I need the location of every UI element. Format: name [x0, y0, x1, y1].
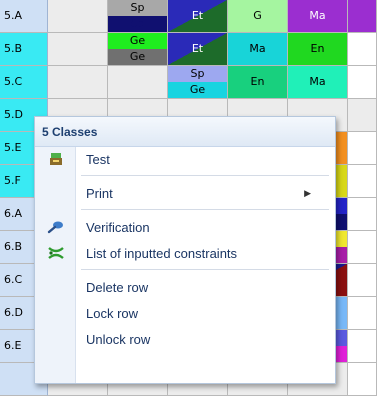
timetable-cell[interactable]: Ma	[288, 66, 348, 99]
menu-item-unlock-row[interactable]: Unlock row	[35, 326, 335, 352]
menu-item-verification[interactable]: Verification	[35, 214, 335, 240]
timetable-cell[interactable]: Ma	[288, 0, 348, 33]
submenu-arrow-icon: ▶	[304, 187, 311, 198]
lesson-label: Ma	[249, 42, 266, 55]
menu-item-label: List of inputted constraints	[86, 245, 238, 261]
menu-item-label: Verification	[86, 219, 150, 235]
timetable-cell[interactable]: En	[228, 66, 288, 99]
row-header[interactable]: 5.B	[0, 33, 48, 66]
timetable-cell[interactable]	[348, 330, 377, 363]
timetable-cell[interactable]	[348, 33, 377, 66]
lesson-label: Ma	[309, 75, 326, 88]
menu-separator	[81, 269, 329, 270]
timetable-cell[interactable]: Ma	[228, 33, 288, 66]
menu-item-label: Lock row	[86, 305, 139, 321]
menu-item-lock-row[interactable]: Lock row	[35, 300, 335, 326]
lesson-label: Ge	[168, 82, 227, 98]
timetable-cell[interactable]: SpGe	[168, 66, 228, 99]
lesson-label: Sp	[168, 66, 227, 82]
lesson-label: Ge	[108, 49, 167, 65]
context-menu: 5 Classes Test Print ▶ Verification List of …	[34, 116, 336, 384]
timetable-cell[interactable]	[348, 297, 377, 330]
timetable-cell[interactable]: En	[288, 33, 348, 66]
lesson-label: En	[250, 75, 265, 88]
menu-title: 5 Classes	[35, 117, 335, 147]
timetable-cell[interactable]	[48, 66, 108, 99]
menu-item-label: Print	[86, 185, 113, 201]
menu-item-delete-row[interactable]: Delete row	[35, 274, 335, 300]
lesson-label: En	[310, 42, 325, 55]
test-tube-icon	[47, 150, 65, 168]
timetable-cell[interactable]	[348, 363, 377, 396]
lesson-label: G	[253, 9, 262, 22]
timetable-cell[interactable]: Et	[168, 0, 228, 33]
menu-item-label: Test	[86, 151, 110, 167]
timetable-cell[interactable]	[348, 99, 377, 132]
timetable-cell[interactable]: Ge Ge	[108, 33, 168, 66]
lesson-label: Et	[191, 42, 204, 55]
timetable-cell[interactable]	[348, 198, 377, 231]
lesson-label: Sp	[108, 0, 167, 16]
timetable-cell[interactable]	[348, 0, 377, 33]
timetable-cell[interactable]	[348, 132, 377, 165]
lesson-label: Sp	[108, 16, 167, 32]
timetable-cell[interactable]	[48, 0, 108, 33]
menu-item-list-of-inputted-constraints[interactable]: List of inputted constraints	[35, 240, 335, 266]
menu-item-test[interactable]: Test	[35, 146, 335, 172]
row-header[interactable]: 5.C	[0, 66, 48, 99]
timetable-cell[interactable]: G	[228, 0, 288, 33]
timetable-cell[interactable]	[348, 264, 377, 297]
timetable-cell[interactable]: Et	[168, 33, 228, 66]
row-header[interactable]: 5.A	[0, 0, 48, 33]
constraints-list-icon	[47, 244, 65, 262]
menu-separator	[81, 175, 329, 176]
menu-item-label: Unlock row	[86, 331, 151, 347]
menu-item-label: Delete row	[86, 279, 149, 295]
timetable-cell[interactable]	[348, 165, 377, 198]
magnifier-check-icon	[47, 218, 65, 236]
timetable-cell[interactable]: SpSp	[108, 0, 168, 33]
menu-separator	[81, 209, 329, 210]
timetable-cell[interactable]	[48, 33, 108, 66]
timetable-cell[interactable]	[348, 66, 377, 99]
lesson-label: Ge	[108, 33, 167, 49]
timetable-cell[interactable]	[108, 66, 168, 99]
lesson-label: Ma	[309, 9, 326, 22]
menu-item-print[interactable]: Print ▶	[35, 180, 335, 206]
timetable-cell[interactable]	[348, 231, 377, 264]
lesson-label: Et	[191, 9, 204, 22]
